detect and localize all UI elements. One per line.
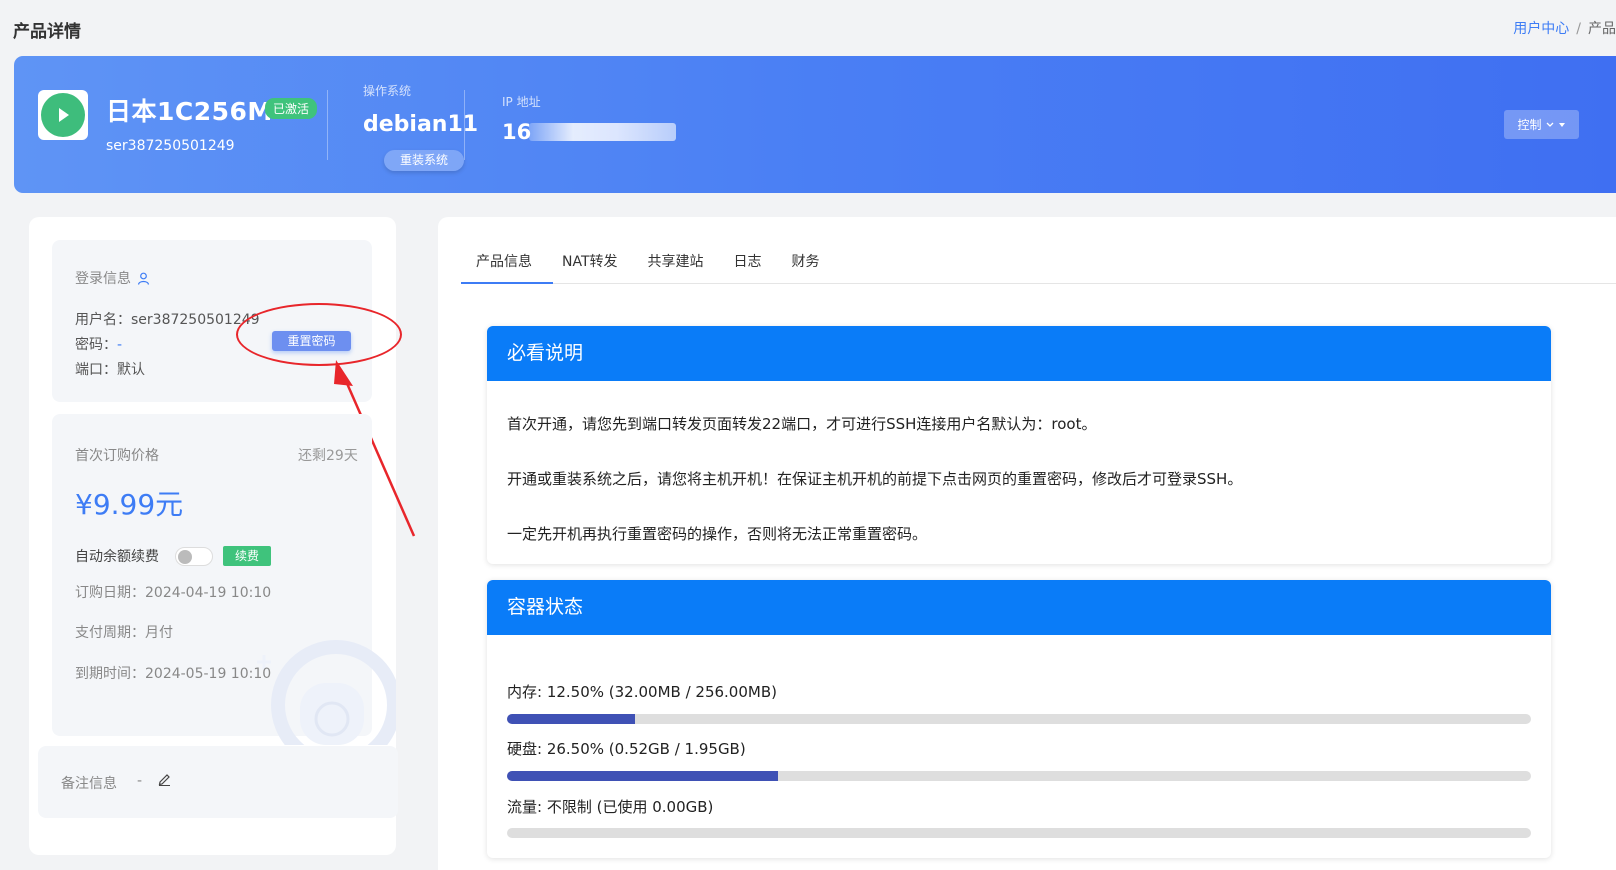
notice-line: 开通或重装系统之后，请您将主机开机！在保证主机开机的前提下点击网页的重置密码，修… <box>507 470 1243 488</box>
pay-cycle: 支付周期：月付 <box>75 625 173 641</box>
tab-bar: 产品信息 NAT转发 共享建站 日志 财务 <box>461 251 835 282</box>
note-label: 备注信息 <box>61 776 117 792</box>
edit-icon[interactable] <box>158 772 171 786</box>
note-value: - <box>137 773 143 789</box>
traffic-progress-bar <box>507 828 1531 838</box>
disk-progress-fill <box>507 771 779 781</box>
breadcrumb-current: 产品 <box>1588 21 1616 37</box>
control-dropdown-button[interactable]: 控制 <box>1504 110 1579 139</box>
control-label: 控制 <box>1517 118 1542 132</box>
notice-panel: 必看说明 首次开通，请您先到端口转发页面转发22端口，才可进行SSH连接用户名默… <box>487 326 1551 564</box>
container-status-panel: 容器状态 内存: 12.50% (32.00MB / 256.00MB) 硬盘:… <box>487 580 1551 858</box>
product-name: 日本1C256M <box>106 97 273 126</box>
user-icon <box>137 272 150 285</box>
login-info-title-text: 登录信息 <box>75 271 131 287</box>
memory-progress-fill <box>507 714 635 724</box>
product-icon <box>38 90 88 140</box>
caret-down-icon <box>1558 122 1565 127</box>
port-value: 默认 <box>117 362 145 378</box>
port-row: 端口：默认 <box>75 359 145 379</box>
tab-logs[interactable]: 日志 <box>719 251 777 282</box>
username-label: 用户名： <box>75 312 131 328</box>
annotation-ellipse <box>236 303 402 366</box>
password-label: 密码： <box>75 337 117 353</box>
chevron-down-icon <box>1546 122 1553 127</box>
auto-renew-toggle[interactable] <box>175 547 213 566</box>
tab-nat-forward[interactable]: NAT转发 <box>547 251 633 282</box>
username-row: 用户名：ser387250501249 <box>75 309 260 329</box>
breadcrumb-separator: / <box>1576 21 1581 37</box>
disk-usage-label: 硬盘: 26.50% (0.52GB / 1.95GB) <box>507 740 746 758</box>
memory-progress-bar <box>507 714 1531 724</box>
divider <box>464 90 465 160</box>
ip-value: 16 <box>502 120 532 144</box>
expire-time: 到期时间：2024-05-19 10:10 <box>75 666 272 682</box>
notice-line: 首次开通，请您先到端口转发页面转发22端口，才可进行SSH连接用户名默认为：ro… <box>507 415 1097 433</box>
port-label: 端口： <box>75 362 117 378</box>
login-info-title: 登录信息 <box>75 268 150 288</box>
os-value: debian11 <box>363 112 479 137</box>
remaining-days: 还剩29天 <box>298 448 358 464</box>
tab-product-info[interactable]: 产品信息 <box>461 251 547 282</box>
reinstall-button[interactable]: 重装系统 <box>384 150 464 171</box>
tab-shared-site[interactable]: 共享建站 <box>633 251 719 282</box>
memory-usage-label: 内存: 12.50% (32.00MB / 256.00MB) <box>507 683 777 701</box>
auto-renew-label: 自动余额续费 <box>75 549 159 565</box>
order-date: 订购日期：2024-04-19 10:10 <box>75 585 272 601</box>
ip-label: IP 地址 <box>502 95 541 109</box>
breadcrumb: 用户中心 / 产品 <box>1513 18 1616 38</box>
notice-title: 必看说明 <box>487 326 1551 381</box>
tabs-divider <box>461 283 1616 284</box>
renew-button[interactable]: 续费 <box>223 546 271 566</box>
status-badge: 已激活 <box>265 98 318 119</box>
container-status-title: 容器状态 <box>487 580 1551 635</box>
password-row: 密码：- <box>75 334 122 354</box>
toggle-knob <box>178 550 192 564</box>
traffic-usage-label: 流量: 不限制 (已使用 0.00GB) <box>507 798 714 816</box>
first-price-label: 首次订购价格 <box>75 448 159 464</box>
product-banner: 日本1C256M 已激活 ser387250501249 操作系统 debian… <box>14 56 1616 193</box>
breadcrumb-home-link[interactable]: 用户中心 <box>1513 21 1569 37</box>
product-id: ser387250501249 <box>106 138 235 154</box>
play-icon <box>41 93 85 137</box>
active-tab-indicator <box>461 282 553 284</box>
notice-line: 一定先开机再执行重置密码的操作，否则将无法正常重置密码。 <box>507 525 928 543</box>
os-label: 操作系统 <box>363 84 412 98</box>
ip-redaction-blur <box>529 123 676 141</box>
page-title: 产品详情 <box>13 22 81 42</box>
price-value: ¥9.99元 <box>75 488 184 521</box>
divider <box>327 90 328 160</box>
tab-finance[interactable]: 财务 <box>777 251 835 282</box>
disk-progress-bar <box>507 771 1531 781</box>
money-bag-watermark-icon <box>257 640 396 745</box>
password-value: - <box>117 337 123 353</box>
